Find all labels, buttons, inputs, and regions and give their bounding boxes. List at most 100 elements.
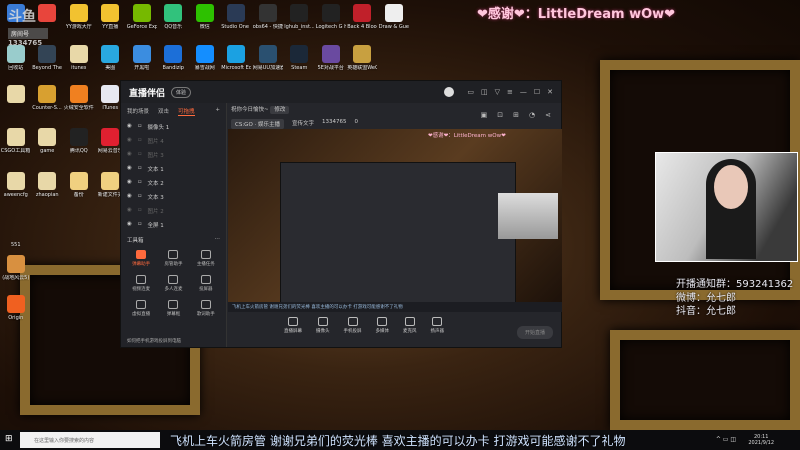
- control-button[interactable]: 直播屏幕: [284, 317, 302, 334]
- source-item[interactable]: ◉ ▫ 全屏 1: [121, 218, 226, 232]
- user-avatar[interactable]: [444, 87, 455, 97]
- source-item[interactable]: ◉ ▫ 摄像头 1: [121, 120, 226, 134]
- control-button[interactable]: 手机投屏: [344, 317, 362, 334]
- eye-icon[interactable]: ◉: [127, 165, 132, 173]
- control-button[interactable]: 多媒体: [376, 317, 389, 334]
- source-item[interactable]: ◉ ▫ 文本 2: [121, 176, 226, 190]
- start-live-button[interactable]: 开始直播: [516, 326, 553, 339]
- eye-icon[interactable]: ◉: [127, 179, 132, 187]
- lock-icon[interactable]: ⊡: [497, 111, 503, 119]
- desktop-icon[interactable]: Logitech G HUB: [315, 4, 347, 30]
- desktop-icon[interactable]: (战地风云5): [0, 255, 32, 281]
- edit-title-button[interactable]: 修改: [270, 106, 290, 114]
- lock-icon[interactable]: ▫: [138, 179, 142, 187]
- desktop-icon[interactable]: 551: [0, 222, 32, 248]
- eye-icon[interactable]: ◉: [127, 207, 132, 215]
- desktop-icon[interactable]: Beyond The Wire Soun...: [32, 45, 64, 71]
- control-button[interactable]: 扬声器: [431, 317, 444, 334]
- tool-item[interactable]: 虚拟直播: [125, 300, 157, 317]
- desktop-icon[interactable]: Counter-S... Global Off...: [32, 85, 64, 111]
- desktop-icon[interactable]: 腾讯QQ: [63, 128, 95, 154]
- share-icon[interactable]: ⋖: [545, 111, 551, 119]
- lock-icon[interactable]: ▫: [138, 165, 142, 173]
- menu-icon[interactable]: ≡: [507, 88, 513, 96]
- desktop-icon[interactable]: lghub_inst...: [284, 4, 316, 30]
- desktop-icon[interactable]: 微信: [189, 4, 221, 30]
- desktop-icon[interactable]: CSGO工具箱 1.0.4 (1): [0, 128, 32, 154]
- tool-item[interactable]: 视频连麦: [125, 275, 157, 292]
- desktop-icon[interactable]: itunes: [63, 45, 95, 71]
- lock-icon[interactable]: ▫: [138, 123, 142, 131]
- desktop-icon[interactable]: Microsoft Edge: [221, 45, 253, 71]
- clock[interactable]: 20:11 2021/9/12: [748, 434, 774, 446]
- desktop-icon[interactable]: 火绒安全软件: [63, 85, 95, 111]
- source-item[interactable]: ◉ ▫ 文本 1: [121, 162, 226, 176]
- desktop-icon[interactable]: Origin: [0, 295, 32, 321]
- desktop-icon[interactable]: GeForce Experience: [126, 4, 158, 30]
- eye-icon[interactable]: ◉: [127, 151, 132, 159]
- tool-item[interactable]: 弹幕框: [157, 300, 189, 317]
- desktop-icon[interactable]: aweencfg: [0, 172, 32, 198]
- tool-item[interactable]: 主播任务: [190, 250, 222, 267]
- desktop-icon[interactable]: Bandizip: [158, 45, 190, 71]
- desktop-icon[interactable]: 5E对战平台: [315, 45, 347, 71]
- stream-preview[interactable]: ❤感谢❤：LittleDream wOw❤ 飞机上车火箭房管 谢谢兄弟们的荧光棒…: [228, 129, 562, 312]
- category-selector[interactable]: CS:GO · 娱乐主播: [231, 119, 285, 129]
- skin-icon[interactable]: ◫: [481, 88, 488, 96]
- promo-text-selector[interactable]: 宣传文字: [292, 119, 314, 129]
- lock-icon[interactable]: ▫: [138, 221, 142, 229]
- desktop-icon[interactable]: YY直播: [95, 4, 127, 30]
- desktop-icon[interactable]: 回收站: [0, 45, 32, 71]
- lock-icon[interactable]: ▫: [138, 207, 142, 215]
- windows-start-icon[interactable]: ⊞: [5, 434, 13, 444]
- stream-title[interactable]: 祝你今日愉快~: [231, 107, 269, 113]
- maximize-icon[interactable]: ☐: [534, 88, 540, 96]
- desktop-icon[interactable]: 暴雪战网: [189, 45, 221, 71]
- message-icon[interactable]: ▭: [467, 88, 474, 96]
- eye-icon[interactable]: ◉: [127, 137, 132, 145]
- experience-pill[interactable]: 体验: [171, 86, 192, 98]
- eye-icon[interactable]: ◉: [127, 193, 132, 201]
- lock-icon[interactable]: ▫: [138, 137, 142, 145]
- desktop-icon[interactable]: 备份: [63, 172, 95, 198]
- tool-item[interactable]: 投屏器: [190, 275, 222, 292]
- desktop-icon[interactable]: Studio One 1: [221, 4, 253, 30]
- minimize-icon[interactable]: —: [520, 88, 527, 96]
- desktop-icon[interactable]: 英雄联盟WeGame版: [347, 45, 379, 71]
- eye-icon[interactable]: ◉: [127, 123, 132, 131]
- tool-item[interactable]: 房管助手: [157, 250, 189, 267]
- desktop-icon[interactable]: game: [32, 128, 64, 154]
- more-icon[interactable]: ⋯: [215, 236, 221, 244]
- scene-tab[interactable]: 我的场景: [127, 107, 149, 116]
- desktop-icon[interactable]: 美图: [95, 45, 127, 71]
- eye-icon[interactable]: ◉: [127, 221, 132, 229]
- shirt-icon[interactable]: ▽: [495, 88, 500, 96]
- layout-icon[interactable]: ⊞: [513, 111, 519, 119]
- help-hint[interactable]: 如何把手机游戏投屏到电脑: [127, 338, 181, 344]
- taskbar-search[interactable]: 在这里输入你要搜索的内容: [20, 432, 160, 448]
- source-item[interactable]: ◉ ▫ 图片 2: [121, 204, 226, 218]
- desktop-icon[interactable]: Back 4 Blood Beta: [347, 4, 379, 30]
- system-tray[interactable]: ^ ▭ ◫: [716, 436, 736, 443]
- tool-item[interactable]: 弹幕助手: [125, 250, 157, 267]
- source-item[interactable]: ◉ ▫ 图片 4: [121, 134, 226, 148]
- add-scene-icon[interactable]: +: [215, 107, 220, 116]
- close-icon[interactable]: ✕: [547, 88, 553, 96]
- lock-icon[interactable]: ▫: [138, 151, 142, 159]
- desktop-icon[interactable]: Draw & Guess: [378, 4, 410, 30]
- desktop-icon[interactable]: [0, 85, 32, 111]
- control-button[interactable]: 摄像头: [316, 317, 330, 334]
- desktop-icon[interactable]: Steam: [284, 45, 316, 71]
- desktop-icon[interactable]: zhaopian: [32, 172, 64, 198]
- scene-tab[interactable]: 可拖拽: [178, 107, 195, 116]
- desktop-icon[interactable]: QQ音乐: [158, 4, 190, 30]
- tool-item[interactable]: 多人连麦: [157, 275, 189, 292]
- lock-icon[interactable]: ▫: [138, 193, 142, 201]
- source-item[interactable]: ◉ ▫ 图片 3: [121, 148, 226, 162]
- gift-icon[interactable]: ▣: [481, 111, 488, 119]
- scene-tab[interactable]: 双击: [158, 107, 169, 116]
- desktop-icon[interactable]: 网易UU加速器: [252, 45, 284, 71]
- control-button[interactable]: 麦克风: [403, 317, 417, 334]
- bell-icon[interactable]: ◔: [529, 111, 535, 119]
- desktop-icon[interactable]: 开黑啦: [126, 45, 158, 71]
